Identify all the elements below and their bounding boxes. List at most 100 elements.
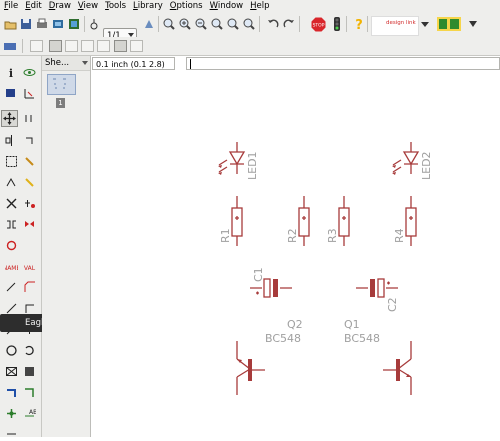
paste-icon[interactable] [5,176,18,189]
wire-style-toggle-2[interactable] [49,40,62,52]
erc-icon[interactable] [5,428,18,441]
menu-options[interactable]: Options [166,0,206,12]
change-icon[interactable] [23,155,36,168]
cut-icon[interactable] [23,176,36,189]
polygon-icon[interactable] [23,365,36,378]
wire-style-toggle-4[interactable] [81,40,94,52]
help-icon[interactable]: ? [352,17,366,31]
menu-bar: File Edit Draw View Tools Library Option… [0,0,500,12]
coordinate-display: 0.1 inch (0.1 2.8) [92,57,175,70]
part-label-r2: R2 [286,228,299,243]
part-c1[interactable]: C1 [250,267,292,298]
rotate-icon[interactable] [23,134,36,147]
part-label-c1: C1 [252,267,265,282]
part-label-r3: R3 [326,228,339,243]
smash-icon[interactable] [5,281,18,294]
layer-icon[interactable] [3,39,17,53]
svg-text:VAL: VAL [24,265,36,272]
value-icon[interactable]: VAL [23,260,36,273]
mark-icon[interactable] [23,87,36,100]
bend-toggle[interactable] [130,40,143,52]
save-icon[interactable] [19,17,33,31]
chevron-down-icon[interactable] [82,61,88,65]
part-r1[interactable]: R1 [219,196,243,246]
part-q1[interactable]: Q1 BC548 [344,318,412,395]
info-icon[interactable]: i [5,66,18,80]
chevron-down-icon[interactable] [421,22,429,27]
menu-help[interactable]: Help [246,0,272,12]
move-icon [3,112,16,125]
name-icon[interactable]: NAME [3,260,21,273]
net-icon[interactable] [23,386,36,399]
open-icon[interactable] [3,17,17,31]
design-link-logo[interactable]: design link [371,16,419,36]
menu-tools[interactable]: Tools [101,0,129,12]
cam-icon[interactable] [51,17,65,31]
go-icon[interactable] [330,17,344,31]
sheets-panel-title: She... [45,58,70,68]
dropdown-arrow-icon[interactable] [466,17,480,31]
sheet-number[interactable]: 1 [56,98,65,108]
zoom-out-icon[interactable] [194,17,208,31]
wire-width-toggle[interactable] [114,40,127,52]
part-led2[interactable]: LED2 [392,142,433,180]
part-r2[interactable]: R2 [286,196,310,246]
part-q2[interactable]: Q2 BC548 [236,318,303,395]
menu-draw[interactable]: Draw [45,0,74,12]
zoom-fit-icon[interactable] [162,17,176,31]
design-link-label: design link [386,20,416,26]
nav-icon[interactable] [142,17,156,31]
wire-style-toggle-3[interactable] [65,40,78,52]
part-label-r1: R1 [219,228,232,243]
zoom-redraw-icon[interactable] [210,17,224,31]
print-icon[interactable] [35,17,49,31]
stop-icon[interactable]: STOP [310,16,326,32]
group-icon[interactable] [5,155,18,168]
replace-icon[interactable] [5,239,18,252]
gateswap-icon[interactable] [23,218,36,231]
command-line-input[interactable] [186,57,500,70]
display-icon[interactable] [5,87,18,100]
zoom-select-icon[interactable] [242,17,256,31]
bus-icon[interactable] [5,386,18,399]
schematic-canvas[interactable]: LED1 LED2 R1 R2 R3 R4 C1 C2 Q2 BC548 Q1 … [91,72,500,437]
part-label-led1: LED1 [246,151,259,180]
part-label-led2: LED2 [420,151,433,180]
rect-icon[interactable] [5,365,18,378]
svg-text:i: i [9,67,13,79]
wire-style-toggle-1[interactable] [30,40,43,52]
arc-icon[interactable] [23,344,36,357]
menu-view[interactable]: View [74,0,101,12]
ulp-icon[interactable] [436,17,462,31]
wire-style-toggle-5[interactable] [97,40,110,52]
command-palette: i NAME VAL AB [0,56,42,437]
menu-window[interactable]: Window [206,0,247,12]
junction-icon[interactable] [5,407,18,420]
mirror-icon[interactable] [5,134,18,147]
add-icon[interactable] [23,197,36,210]
redo-icon[interactable] [282,17,296,31]
part-r3[interactable]: R3 [326,196,350,246]
copy-icon[interactable] [23,112,36,125]
sheets-panel-header[interactable]: She... [42,56,90,71]
parameter-toolbar [0,37,500,56]
sheet-thumbnail[interactable] [47,74,76,95]
zoom-last-icon[interactable] [226,17,240,31]
menu-file[interactable]: File [0,0,21,12]
miter-icon[interactable] [23,281,36,294]
label-icon[interactable]: AB [23,407,37,420]
circle-icon[interactable] [5,344,18,357]
temp-icon[interactable] [87,17,101,31]
part-r4[interactable]: R4 [393,196,417,246]
menu-library[interactable]: Library [129,0,166,12]
part-label-r4: R4 [393,228,406,243]
part-c2[interactable]: C2 [356,278,399,312]
pinswap-icon[interactable] [5,218,18,231]
delete-icon[interactable] [5,197,18,210]
brd-icon[interactable] [67,17,81,31]
zoom-in-icon[interactable] [178,17,192,31]
show-icon[interactable] [23,66,36,79]
undo-icon[interactable] [266,17,280,31]
menu-edit[interactable]: Edit [21,0,44,12]
part-led1[interactable]: LED1 [218,142,259,180]
